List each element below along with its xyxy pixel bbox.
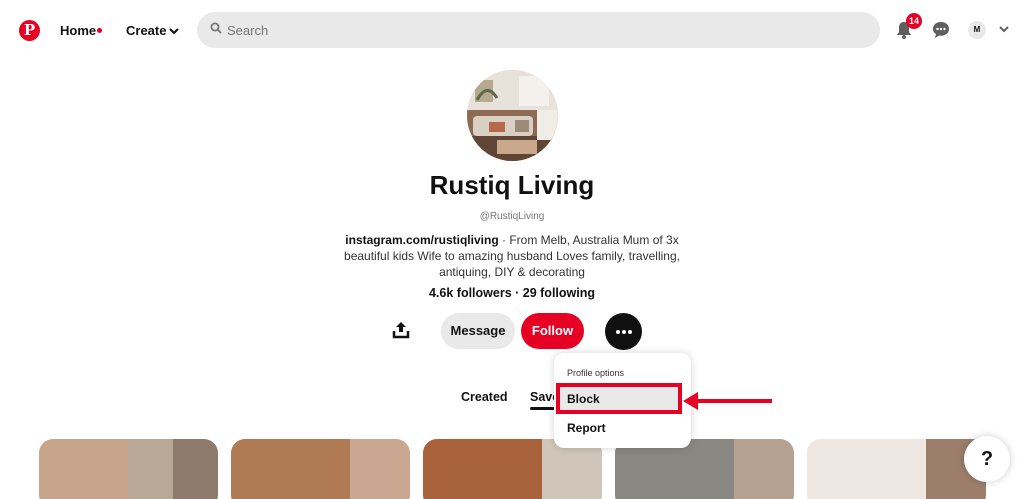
search-bar[interactable] [197, 12, 880, 48]
pin-image [173, 439, 218, 499]
chat-icon[interactable] [931, 20, 951, 40]
pin-image [807, 439, 926, 499]
pin-board[interactable] [807, 439, 986, 499]
search-icon [210, 22, 222, 34]
pin-board[interactable] [39, 439, 218, 499]
more-dot [622, 330, 626, 334]
pin-image [542, 439, 602, 499]
tab-saved[interactable]: Saved [530, 390, 554, 404]
pin-board[interactable] [423, 439, 602, 499]
profile-bio: instagram.com/rustiqliving · From Melb, … [332, 232, 692, 280]
arrow-icon [683, 392, 772, 410]
pin-image [734, 439, 794, 499]
pin-image [231, 439, 350, 499]
pin-image [423, 439, 542, 499]
notification-badge: 14 [906, 13, 922, 29]
follow-button[interactable]: Follow [521, 313, 584, 349]
nav-create-button[interactable]: Create [126, 23, 166, 38]
profile-handle: @RustiqLiving [479, 211, 545, 222]
pin-image [615, 439, 734, 499]
more-dot [628, 330, 632, 334]
home-notification-dot [97, 28, 102, 33]
pin-board[interactable] [615, 439, 794, 499]
help-button[interactable]: ? [964, 436, 1010, 482]
logo-letter: P [23, 21, 36, 39]
more-dot [616, 330, 620, 334]
pin-image [128, 439, 173, 499]
bio-link[interactable]: instagram.com/rustiqliving [345, 233, 498, 247]
profile-avatar [467, 70, 558, 161]
search-input[interactable] [227, 12, 847, 48]
more-icon[interactable] [605, 313, 642, 350]
dropdown-title: Profile options [567, 368, 625, 378]
tab-created[interactable]: Created [461, 390, 508, 404]
follow-stats[interactable]: 4.6k followers · 29 following [0, 286, 1024, 300]
tab-active-underline [530, 407, 556, 410]
pin-image [39, 439, 128, 499]
nav-home-link[interactable]: Home [60, 23, 96, 38]
menu-item-report[interactable]: Report [556, 415, 680, 441]
annotation-highlight-box [556, 383, 682, 414]
pinterest-logo[interactable]: P [19, 20, 40, 41]
top-nav-bar: P Home Create 14 M [0, 0, 1024, 62]
account-chevron-down-icon[interactable] [997, 22, 1011, 36]
chevron-down-icon[interactable] [168, 25, 180, 37]
message-button[interactable]: Message [441, 313, 515, 349]
pin-board[interactable] [231, 439, 410, 499]
account-avatar[interactable]: M [968, 21, 986, 39]
pin-image [350, 439, 410, 499]
share-icon[interactable] [391, 320, 411, 340]
profile-name: Rustiq Living [429, 170, 595, 200]
